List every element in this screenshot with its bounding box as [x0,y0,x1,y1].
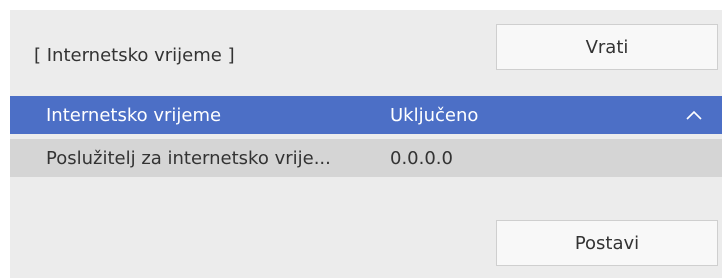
section-title: [ Internetsko vrijeme ] [34,45,235,66]
chevron-up-icon [686,110,702,120]
row-label: Internetsko vrijeme [46,104,222,126]
settings-panel: [ Internetsko vrijeme ] Vrati Internetsk… [10,10,722,278]
row-label: Poslužitelj za internetsko vrije... [46,147,331,169]
menu-row-time-server[interactable]: Poslužitelj za internetsko vrije... 0.0.… [10,139,722,177]
row-value: Uključeno [390,104,479,126]
row-value: 0.0.0.0 [390,147,453,169]
set-button[interactable]: Postavi [496,220,718,266]
back-button[interactable]: Vrati [496,24,718,70]
menu-row-internet-time[interactable]: Internetsko vrijeme Uključeno [10,96,722,134]
